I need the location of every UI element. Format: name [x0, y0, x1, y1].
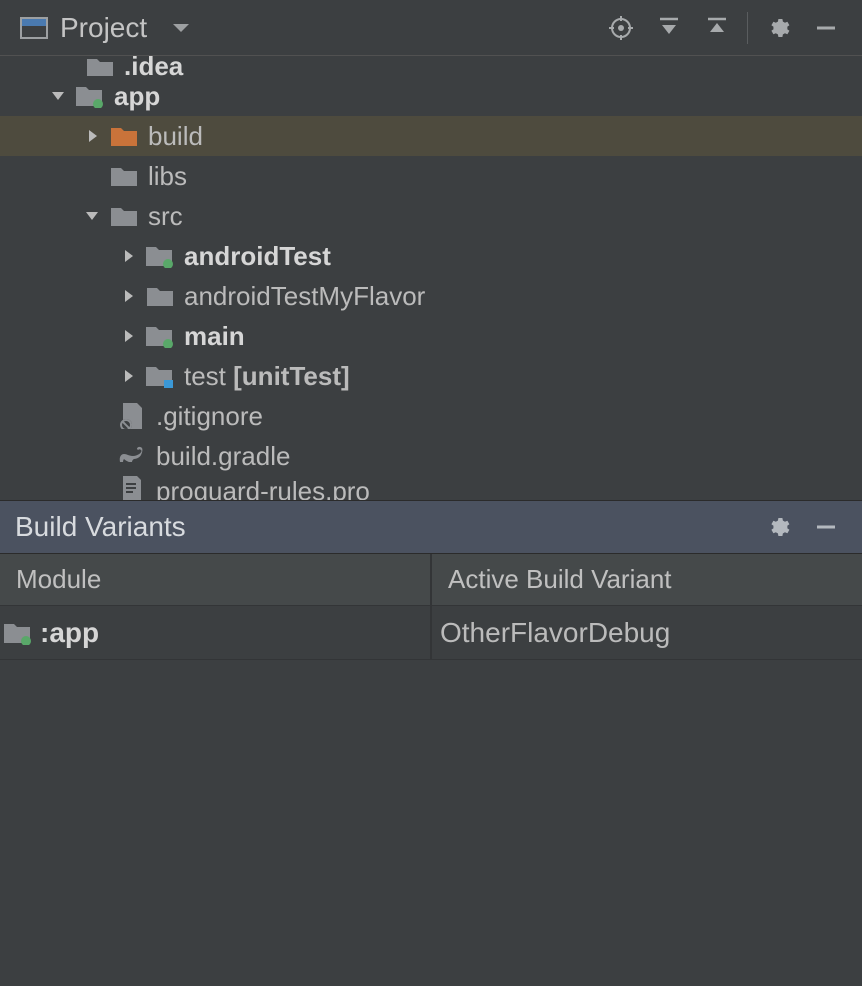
variant-name: OtherFlavorDebug [440, 617, 670, 649]
target-icon [609, 16, 633, 40]
project-toolbar: Project [0, 0, 862, 56]
module-name: :app [40, 617, 99, 649]
chevron-right-icon [118, 286, 138, 306]
settings-button[interactable] [760, 10, 796, 46]
column-active-variant[interactable]: Active Build Variant [432, 554, 862, 605]
tree-label: proguard-rules.pro [156, 476, 370, 500]
chevron-right-icon [118, 246, 138, 266]
tree-label: build [148, 121, 203, 152]
chevron-right-icon [82, 126, 102, 146]
chevron-down-icon [48, 86, 68, 106]
unit-test-folder-icon [146, 364, 174, 388]
chevron-down-icon [173, 24, 189, 32]
variants-cell-module[interactable]: :app [0, 606, 432, 659]
tree-item-main[interactable]: main [0, 316, 862, 356]
text-file-icon [118, 476, 146, 500]
project-tree: .idea app build libs [0, 56, 862, 500]
gear-icon [766, 16, 790, 40]
collapse-all-button[interactable] [699, 10, 735, 46]
variants-row[interactable]: :app OtherFlavorDebug [0, 606, 862, 660]
select-opened-file-button[interactable] [603, 10, 639, 46]
module-icon [4, 621, 32, 645]
expand-all-icon [657, 16, 681, 40]
chevron-down-icon [82, 206, 102, 226]
tree-label: androidTest [184, 241, 331, 272]
hide-button[interactable] [808, 10, 844, 46]
tree-label: .gitignore [156, 401, 263, 432]
tree-label: test [unitTest] [184, 361, 350, 392]
chevron-right-icon [118, 366, 138, 386]
expand-all-button[interactable] [651, 10, 687, 46]
tree-label: .idea [124, 56, 183, 76]
folder-icon [86, 56, 114, 76]
tree-item[interactable]: .idea [0, 56, 862, 76]
variants-hide-button[interactable] [808, 509, 844, 545]
variants-cell-variant[interactable]: OtherFlavorDebug [432, 606, 862, 659]
project-title-dropdown[interactable]: Project [20, 12, 189, 44]
gitignore-file-icon [118, 404, 146, 428]
build-variants-title: Build Variants [15, 511, 754, 543]
variants-settings-button[interactable] [760, 509, 796, 545]
tree-item-libs[interactable]: libs [0, 156, 862, 196]
test-folder-icon [146, 244, 174, 268]
module-folder-icon [76, 84, 104, 108]
build-variants-toolbar: Build Variants [0, 500, 862, 554]
folder-icon [110, 164, 138, 188]
tree-label: main [184, 321, 245, 352]
tree-item-proguard[interactable]: proguard-rules.pro [0, 476, 862, 500]
minimize-icon [814, 515, 838, 539]
collapse-all-icon [705, 16, 729, 40]
folder-icon [110, 204, 138, 228]
tree-item-build-gradle[interactable]: build.gradle [0, 436, 862, 476]
source-folder-icon [146, 324, 174, 348]
minimize-icon [814, 16, 838, 40]
tree-item-gitignore[interactable]: .gitignore [0, 396, 862, 436]
gradle-file-icon [118, 444, 146, 468]
separator [747, 12, 748, 44]
column-module[interactable]: Module [0, 554, 432, 605]
folder-icon [146, 284, 174, 308]
tree-item-app[interactable]: app [0, 76, 862, 116]
tree-label: androidTestMyFlavor [184, 281, 425, 312]
tree-item-androidtest[interactable]: androidTest [0, 236, 862, 276]
gear-icon [766, 515, 790, 539]
variants-table-header: Module Active Build Variant [0, 554, 862, 606]
tree-item-build[interactable]: build [0, 116, 862, 156]
tree-label: app [114, 81, 160, 112]
tree-item-test[interactable]: test [unitTest] [0, 356, 862, 396]
project-title: Project [60, 12, 147, 44]
tree-label: src [148, 201, 183, 232]
variants-empty-area [0, 660, 862, 986]
chevron-right-icon [118, 326, 138, 346]
build-folder-icon [110, 124, 138, 148]
tree-label: libs [148, 161, 187, 192]
tree-item-androidtestmyflavor[interactable]: androidTestMyFlavor [0, 276, 862, 316]
project-view-icon [20, 17, 48, 39]
tree-item-src[interactable]: src [0, 196, 862, 236]
tree-label: build.gradle [156, 441, 290, 472]
